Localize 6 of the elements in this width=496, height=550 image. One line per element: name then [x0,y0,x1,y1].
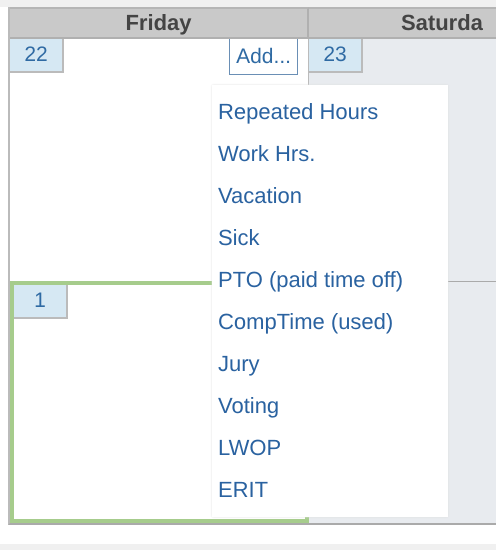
day-header: Saturda [309,7,496,39]
day-header: Friday [10,7,309,39]
add-button[interactable]: Add... [229,39,298,75]
day-number: 22 [10,39,64,73]
day-number: 1 [14,285,68,319]
day-number: 23 [309,39,363,73]
